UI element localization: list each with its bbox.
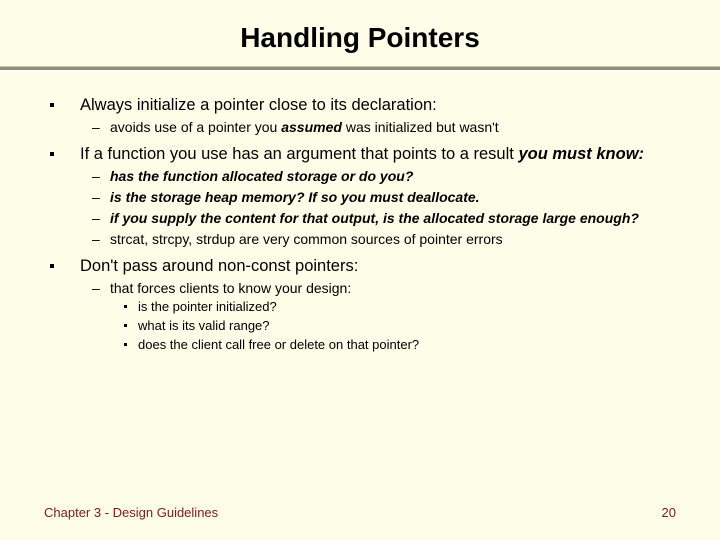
sub-heap-memory: is the storage heap memory? If so you mu… xyxy=(44,188,696,207)
text: was initialized but wasn't xyxy=(342,119,499,135)
text: If a function you use has an argument th… xyxy=(80,145,518,163)
bullet-initialize: Always initialize a pointer close to its… xyxy=(44,94,696,116)
emph-you-must-know: you must know: xyxy=(518,145,644,163)
sub-avoids-assumed: avoids use of a pointer you assumed was … xyxy=(44,118,696,137)
emph-assumed: assumed xyxy=(281,119,342,135)
text: is the storage heap memory? If so you mu… xyxy=(110,189,480,205)
subsub-free-delete: does the client call free or delete on t… xyxy=(44,336,696,355)
bullet-non-const: Don't pass around non-const pointers: xyxy=(44,255,696,277)
slide-title: Handling Pointers xyxy=(0,0,720,66)
bullet-function-arg: If a function you use has an argument th… xyxy=(44,143,696,165)
slide-footer: Chapter 3 - Design Guidelines 20 xyxy=(44,505,676,520)
text: if you supply the content for that outpu… xyxy=(110,210,639,226)
subsub-valid-range: what is its valid range? xyxy=(44,317,696,336)
sub-strcat-strcpy: strcat, strcpy, strdup are very common s… xyxy=(44,230,696,249)
sub-allocated-storage: has the function allocated storage or do… xyxy=(44,167,696,186)
slide-body: Always initialize a pointer close to its… xyxy=(0,72,720,355)
text: avoids use of a pointer you xyxy=(110,119,281,135)
subsub-initialized: is the pointer initialized? xyxy=(44,298,696,317)
text: has the function allocated storage or do… xyxy=(110,168,413,184)
footer-page-number: 20 xyxy=(662,505,676,520)
footer-chapter: Chapter 3 - Design Guidelines xyxy=(44,505,218,520)
sub-forces-clients: that forces clients to know your design: xyxy=(44,279,696,298)
sub-storage-large-enough: if you supply the content for that outpu… xyxy=(44,209,696,228)
